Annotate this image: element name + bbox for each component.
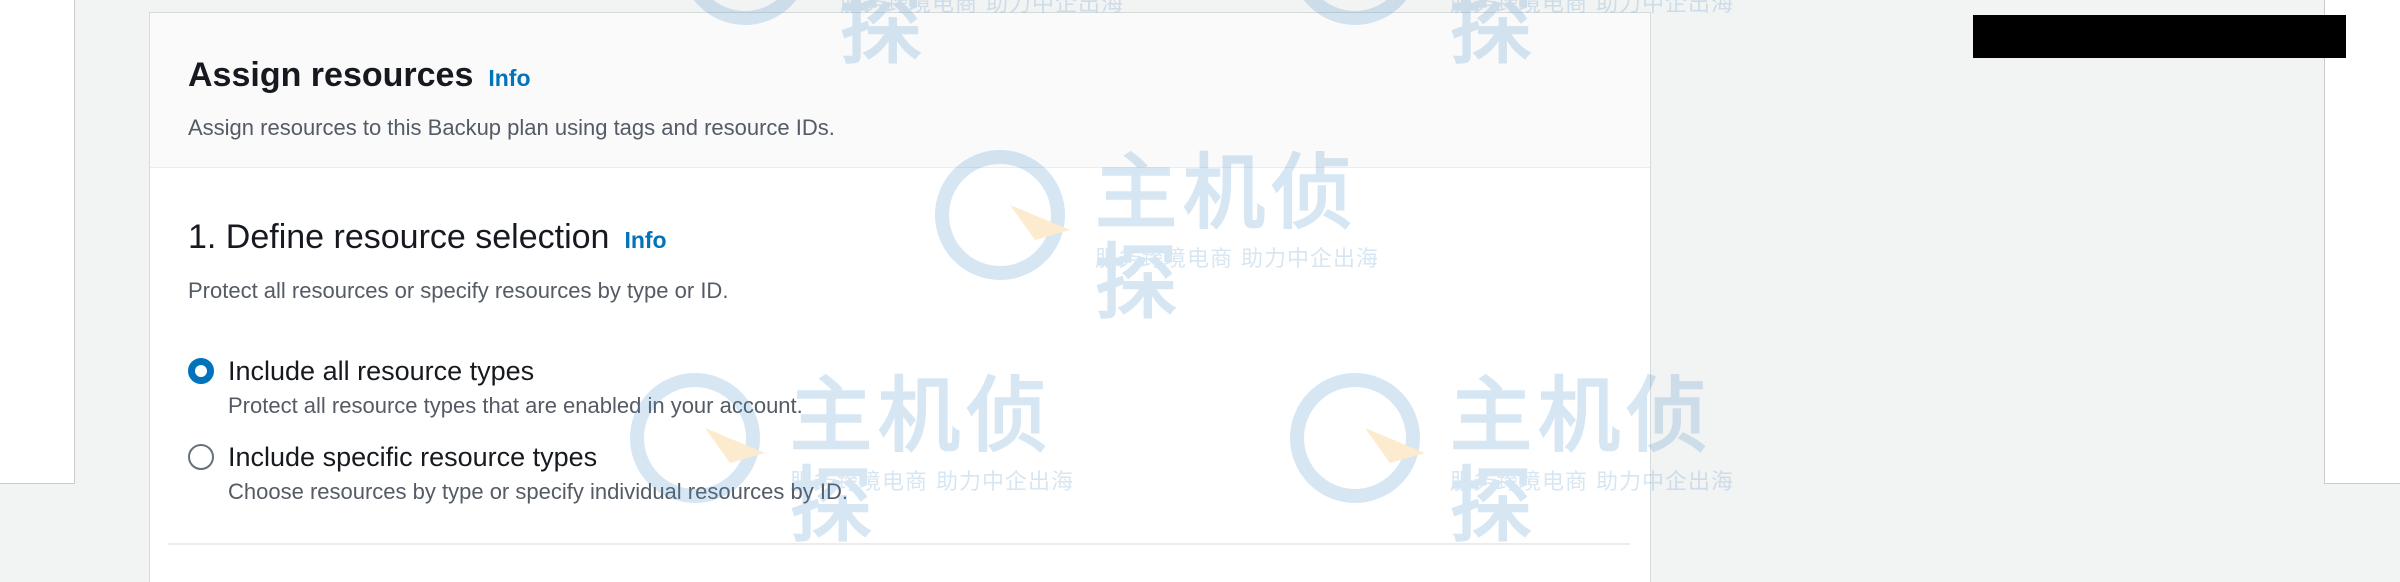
page: Assign resources Info Assign resources t… xyxy=(0,0,2400,582)
resource-selection-heading: 1. Define resource selection Info xyxy=(188,215,667,262)
radio-label[interactable]: Include specific resource types xyxy=(228,437,597,477)
container-header: Assign resources Info Assign resources t… xyxy=(150,13,1650,168)
radio-description: Protect all resource types that are enab… xyxy=(228,393,803,418)
radio-include-specific-resource-types[interactable]: Include specific resource types Choose r… xyxy=(188,437,1388,523)
assign-resources-heading: Assign resources Info xyxy=(188,53,531,100)
resource-selection-radio-group: Include all resource types Protect all r… xyxy=(188,351,1388,523)
resource-selection-description: Protect all resources or specify resourc… xyxy=(188,278,729,303)
assign-resources-description: Assign resources to this Backup plan usi… xyxy=(188,115,835,140)
resource-selection-info-link[interactable]: Info xyxy=(624,218,666,262)
radio-include-all-resource-types[interactable]: Include all resource types Protect all r… xyxy=(188,351,1388,437)
radio-description: Choose resources by type or specify indi… xyxy=(228,479,848,504)
radio-label[interactable]: Include all resource types xyxy=(228,351,534,391)
section-divider xyxy=(168,543,1630,545)
redacted-region xyxy=(1973,15,2346,58)
radio-button-unchecked[interactable] xyxy=(188,444,214,470)
assign-resources-info-link[interactable]: Info xyxy=(488,56,530,100)
right-page-panel xyxy=(2324,0,2400,484)
assign-resources-title: Assign resources xyxy=(188,56,474,94)
radio-button-checked[interactable] xyxy=(188,358,214,384)
resource-selection-title: 1. Define resource selection xyxy=(188,218,610,256)
assign-resources-container: Assign resources Info Assign resources t… xyxy=(149,12,1651,582)
left-page-panel xyxy=(0,0,75,484)
